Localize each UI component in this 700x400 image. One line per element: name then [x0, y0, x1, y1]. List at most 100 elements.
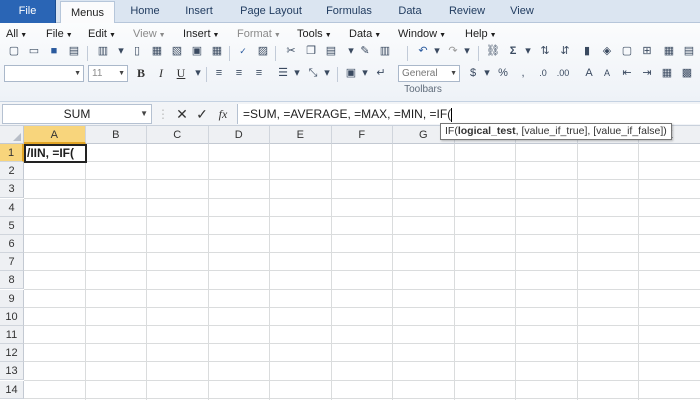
tooltip-current-argument[interactable]: logical_test — [458, 125, 516, 137]
tab-view[interactable]: View — [500, 0, 544, 23]
worksheet-grid[interactable]: ABCDEFGHIJK1234567891011121314/IIN, =IF( — [0, 126, 700, 400]
tab-menus[interactable]: Menus — [60, 1, 115, 24]
align-right-icon[interactable]: ≡ — [252, 66, 266, 80]
column-header-f[interactable]: F — [331, 126, 393, 144]
zoom-icon[interactable]: ▢ — [620, 44, 634, 58]
table-icon[interactable]: ▦ — [150, 44, 164, 58]
menu-data[interactable]: Data ▼ — [349, 26, 381, 42]
undo-dropdown-icon[interactable]: ▾ — [430, 44, 444, 58]
underline-dropdown-icon[interactable]: ▾ — [191, 66, 205, 80]
macro-icon[interactable]: ▦ — [662, 44, 676, 58]
tab-file[interactable]: File — [0, 0, 56, 23]
align-left-icon[interactable]: ≡ — [212, 66, 226, 80]
tab-insert[interactable]: Insert — [174, 0, 224, 23]
document-icon[interactable]: ▯ — [130, 44, 144, 58]
currency-icon[interactable]: $ — [466, 66, 480, 80]
format-painter-icon[interactable]: ✎ — [358, 44, 372, 58]
cancel-icon[interactable]: ✕ — [174, 105, 190, 123]
spelling-icon[interactable]: ✓ — [236, 44, 250, 58]
hyperlink-icon[interactable]: ⛓ — [486, 44, 500, 58]
column-header-b[interactable]: B — [85, 126, 147, 144]
dropdown-icon[interactable]: ▾ — [114, 44, 128, 58]
indent-decrease-icon[interactable]: ⇤ — [620, 66, 634, 80]
function-tooltip[interactable]: IF(logical_test, [value_if_true], [value… — [440, 123, 672, 140]
menu-file[interactable]: File ▼ — [46, 26, 73, 42]
menu-help[interactable]: Help ▼ — [465, 26, 497, 42]
paste-dropdown-icon[interactable]: ▾ — [344, 44, 358, 58]
shrink-font-icon[interactable]: A — [600, 66, 614, 80]
select-all-button[interactable] — [0, 126, 24, 144]
tab-data[interactable]: Data — [390, 0, 430, 23]
redo-icon[interactable]: ↷ — [446, 44, 460, 58]
paste-icon[interactable]: ▤ — [324, 44, 338, 58]
enter-check-icon[interactable]: ✓ — [194, 105, 210, 123]
row-header-8[interactable]: 8 — [0, 271, 24, 290]
orientation-dropdown-icon[interactable]: ▾ — [320, 66, 334, 80]
active-cell-a1[interactable]: /IIN, =IF( — [24, 144, 87, 163]
row-header-6[interactable]: 6 — [0, 235, 24, 253]
tab-page-layout[interactable]: Page Layout — [232, 0, 310, 23]
menu-format[interactable]: Format ▼ — [237, 26, 281, 42]
redo-dropdown-icon[interactable]: ▾ — [460, 44, 474, 58]
menu-insert[interactable]: Insert ▼ — [183, 26, 219, 42]
grid-icon[interactable]: ▦ — [210, 44, 224, 58]
menu-all[interactable]: All ▼ — [6, 26, 27, 42]
table-options-icon[interactable]: ▧ — [170, 44, 184, 58]
percent-icon[interactable]: % — [496, 66, 510, 80]
sheet-icon[interactable]: ▣ — [190, 44, 204, 58]
comma-style-icon[interactable]: , — [516, 66, 530, 80]
insert-function-button[interactable]: fx — [214, 105, 232, 123]
decrease-decimal-icon[interactable]: .00 — [556, 66, 570, 80]
save-icon[interactable]: ■ — [47, 44, 61, 58]
menu-edit[interactable]: Edit ▼ — [88, 26, 116, 42]
align-center-icon[interactable]: ≡ — [232, 66, 246, 80]
cut-icon[interactable]: ✂ — [284, 44, 298, 58]
row-header-4[interactable]: 4 — [0, 198, 24, 217]
merge-cells-icon[interactable]: ▣ — [344, 66, 358, 80]
tab-review[interactable]: Review — [442, 0, 492, 23]
column-header-e[interactable]: E — [270, 126, 332, 144]
fill-color-icon[interactable]: ▩ — [680, 66, 694, 80]
justify-dropdown-icon[interactable]: ▾ — [290, 66, 304, 80]
drawing-icon[interactable]: ◈ — [600, 44, 614, 58]
sort-ascending-icon[interactable]: ⇅ — [538, 44, 552, 58]
cell-style-icon[interactable]: ▥ — [378, 44, 392, 58]
orientation-icon[interactable]: ⤡ — [306, 66, 320, 80]
more-icon[interactable]: ▤ — [682, 44, 696, 58]
tab-formulas[interactable]: Formulas — [318, 0, 380, 23]
font-name-combo[interactable]: ▼ — [4, 65, 84, 82]
italic-button[interactable]: I — [154, 66, 168, 80]
row-header-14[interactable]: 14 — [0, 380, 24, 399]
column-header-d[interactable]: D — [208, 126, 270, 144]
row-header-9[interactable]: 9 — [0, 289, 24, 308]
help-icon[interactable]: ⊞ — [640, 44, 654, 58]
row-header-7[interactable]: 7 — [0, 253, 24, 272]
row-header-3[interactable]: 3 — [0, 180, 24, 199]
undo-icon[interactable]: ↶ — [416, 44, 430, 58]
row-header-11[interactable]: 11 — [0, 326, 24, 344]
menu-window[interactable]: Window ▼ — [398, 26, 446, 42]
row-header-1[interactable]: 1 — [0, 144, 24, 162]
open-folder-icon[interactable]: ▭ — [27, 44, 41, 58]
new-document-icon[interactable]: ▢ — [7, 44, 21, 58]
research-icon[interactable]: ▨ — [256, 44, 270, 58]
print-icon[interactable]: ▥ — [96, 44, 110, 58]
currency-dropdown-icon[interactable]: ▾ — [480, 66, 494, 80]
formula-input[interactable]: =SUM, =AVERAGE, =MAX, =MIN, =IF( — [237, 104, 700, 124]
chart-icon[interactable]: ▮ — [580, 44, 594, 58]
font-size-combo[interactable]: 11 ▼ — [88, 65, 128, 82]
row-header-10[interactable]: 10 — [0, 307, 24, 326]
row-header-5[interactable]: 5 — [0, 216, 24, 235]
row-header-13[interactable]: 13 — [0, 362, 24, 381]
autosum-dropdown-icon[interactable]: ▾ — [521, 44, 535, 58]
column-header-c[interactable]: C — [147, 126, 209, 144]
increase-decimal-icon[interactable]: .0 — [536, 66, 550, 80]
autosum-icon[interactable]: Σ — [506, 44, 520, 58]
menu-view[interactable]: View ▼ — [133, 26, 166, 42]
name-box[interactable]: SUM ▼ — [2, 104, 152, 124]
justify-icon[interactable]: ☰ — [276, 66, 290, 80]
borders-icon[interactable]: ▦ — [660, 66, 674, 80]
row-header-2[interactable]: 2 — [0, 162, 24, 181]
merge-dropdown-icon[interactable]: ▾ — [358, 66, 372, 80]
column-header-a[interactable]: A — [24, 126, 86, 144]
